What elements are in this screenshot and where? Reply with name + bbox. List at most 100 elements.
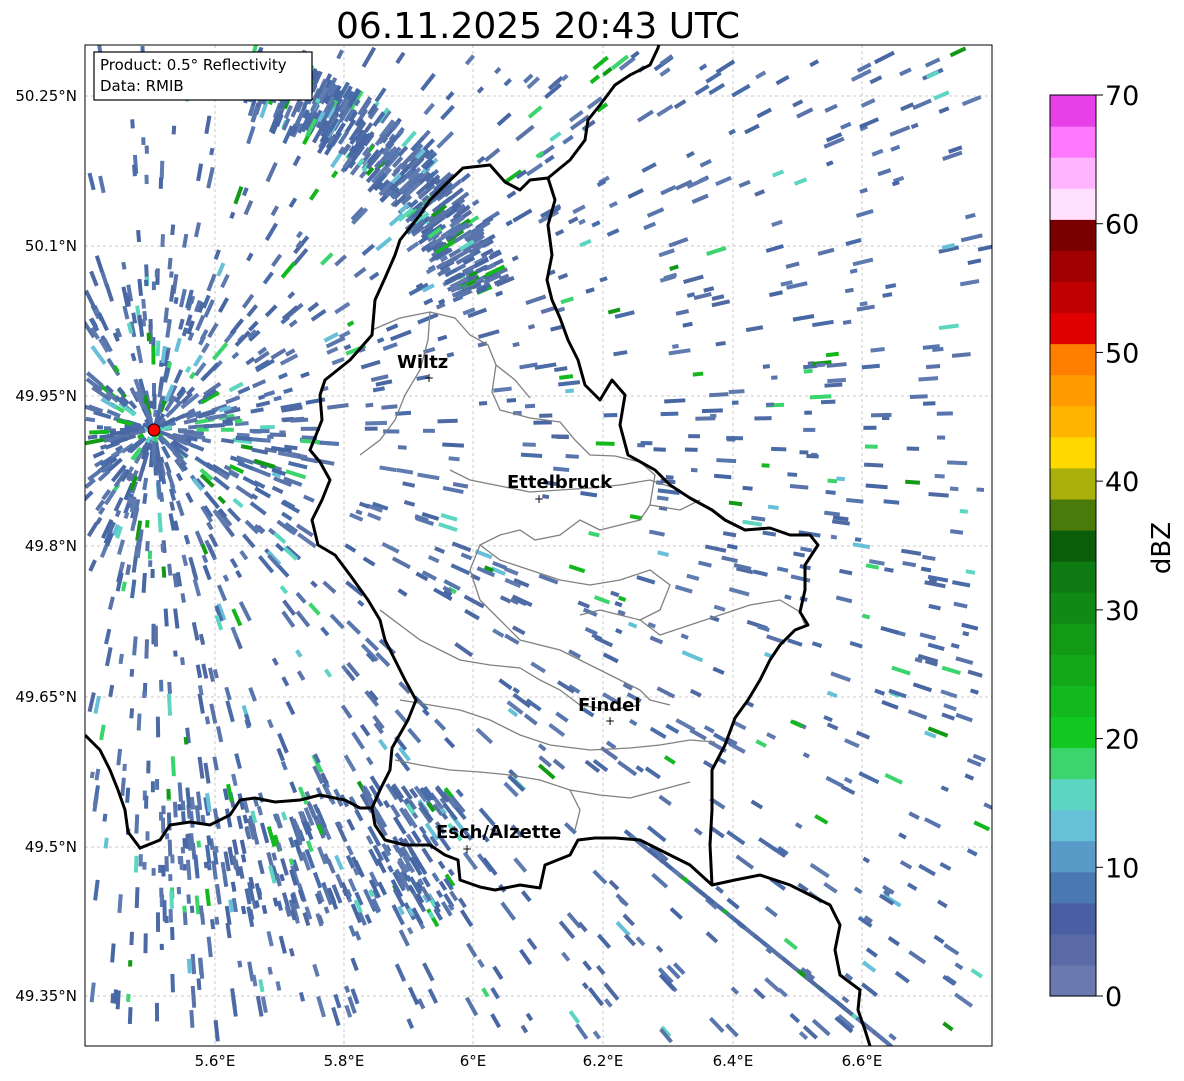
echo-speck <box>249 428 270 434</box>
echo-speck <box>155 778 160 790</box>
colorbar-band <box>1050 95 1096 127</box>
echo-speck <box>129 668 135 677</box>
city-marker-ettelbruck: + <box>534 492 544 506</box>
echo-speck <box>923 401 936 406</box>
echo-speck <box>189 905 195 914</box>
colorbar-band <box>1050 964 1096 997</box>
colorbar-band <box>1050 561 1096 593</box>
echo-speck <box>196 840 202 848</box>
lon-label: 6.2°E <box>583 1052 624 1070</box>
echo-speck <box>158 177 164 189</box>
lat-label: 50.1°N <box>25 237 77 255</box>
radar-figure: 06.11.2025 20:43 UTC Wiltz + Ettelbruck … <box>0 0 1184 1081</box>
echo-speck <box>170 927 175 941</box>
echo-speck <box>143 933 148 954</box>
echo-speck <box>603 412 618 418</box>
colorbar-band <box>1050 654 1096 686</box>
echo-speck <box>947 460 968 466</box>
echo-speck <box>129 708 135 719</box>
echo-speck <box>771 375 778 380</box>
echo-speck <box>364 426 378 431</box>
echo-speck <box>155 716 161 738</box>
echo-speck <box>159 943 164 951</box>
echo-speck <box>154 1002 160 1022</box>
echo-speck <box>803 368 813 374</box>
echo-speck <box>182 911 188 926</box>
colorbar-band <box>1050 871 1096 904</box>
echo-speck <box>806 453 819 459</box>
echo-speck <box>478 400 488 406</box>
echo-speck <box>145 540 150 552</box>
echo-speck <box>771 446 787 452</box>
echo-speck <box>653 447 666 452</box>
colorbar-ticks: 0 10 20 30 40 50 60 70 <box>1096 81 1139 1013</box>
city-marker-esch-alzette: + <box>462 842 472 856</box>
echo-speck <box>141 298 146 309</box>
city-label-esch-alzette: Esch/Alzette <box>436 822 561 843</box>
echo-speck <box>220 427 234 432</box>
echo-speck <box>506 398 517 403</box>
info-box: Product: 0.5° Reflectivity Data: RMIB <box>93 51 313 101</box>
city-marker-findel: + <box>605 714 615 728</box>
echo-speck <box>144 145 149 154</box>
echo-speck <box>128 960 133 967</box>
echo-speck <box>836 476 846 482</box>
echo-speck <box>122 763 127 772</box>
echo-speck <box>397 445 407 450</box>
colorbar-band <box>1050 685 1096 717</box>
echo-speck <box>151 440 156 463</box>
lon-label: 5.8°E <box>324 1052 365 1070</box>
map-title: 06.11.2025 20:43 UTC <box>336 6 740 47</box>
lat-label: 49.8°N <box>25 537 77 555</box>
lon-label: 6°E <box>460 1052 487 1070</box>
echo-speck <box>155 912 161 932</box>
echo-speck <box>690 467 698 473</box>
echo-speck <box>640 440 653 446</box>
echo-speck <box>820 399 836 405</box>
lat-label: 49.5°N <box>25 838 77 856</box>
echo-speck <box>959 509 968 514</box>
echo-speck <box>684 447 698 452</box>
echo-speck <box>169 890 174 909</box>
echo-speck <box>710 413 717 418</box>
colorbar-band <box>1050 374 1096 407</box>
data-source-label: Data: RMIB <box>100 77 184 95</box>
echo-speck <box>365 420 387 426</box>
echo-speck <box>864 444 878 449</box>
echo-speck <box>177 428 188 433</box>
colorbar-tick-label: 60 <box>1105 210 1139 241</box>
echo-speck <box>144 279 149 287</box>
echo-speck <box>754 416 772 421</box>
echo-speck <box>129 931 134 946</box>
echo-speck <box>89 429 110 435</box>
echo-speck <box>565 453 579 459</box>
echo-speck <box>437 418 458 424</box>
echo-speck <box>148 319 153 330</box>
colorbar-band <box>1050 809 1096 842</box>
echo-speck <box>144 174 149 185</box>
echo-speck <box>166 788 171 800</box>
product-label: Product: 0.5° Reflectivity <box>100 56 287 74</box>
echo-speck <box>762 364 770 369</box>
colorbar-band <box>1050 126 1096 158</box>
echo-speck <box>934 473 945 479</box>
echo-speck <box>170 973 176 993</box>
echo-speck <box>142 691 147 699</box>
echo-speck <box>660 411 679 417</box>
echo-speck <box>151 868 156 876</box>
echo-speck <box>688 434 701 439</box>
echo-speck <box>799 450 809 455</box>
echo-speck <box>167 681 172 695</box>
echo-speck <box>155 340 161 357</box>
echo-speck <box>761 463 770 468</box>
echo-speck <box>936 435 946 440</box>
colorbar-band <box>1050 436 1096 469</box>
echo-speck <box>909 394 928 399</box>
echo-speck <box>949 486 959 492</box>
colorbar-band <box>1050 778 1096 811</box>
radar-map-figure: 06.11.2025 20:43 UTC Wiltz + Ettelbruck … <box>15 6 1177 1070</box>
echo-speck <box>146 332 152 342</box>
echo-speck <box>186 894 192 904</box>
echo-speck <box>159 160 165 180</box>
colorbar: 0 10 20 30 40 50 60 70 dBZ <box>1049 81 1177 1013</box>
